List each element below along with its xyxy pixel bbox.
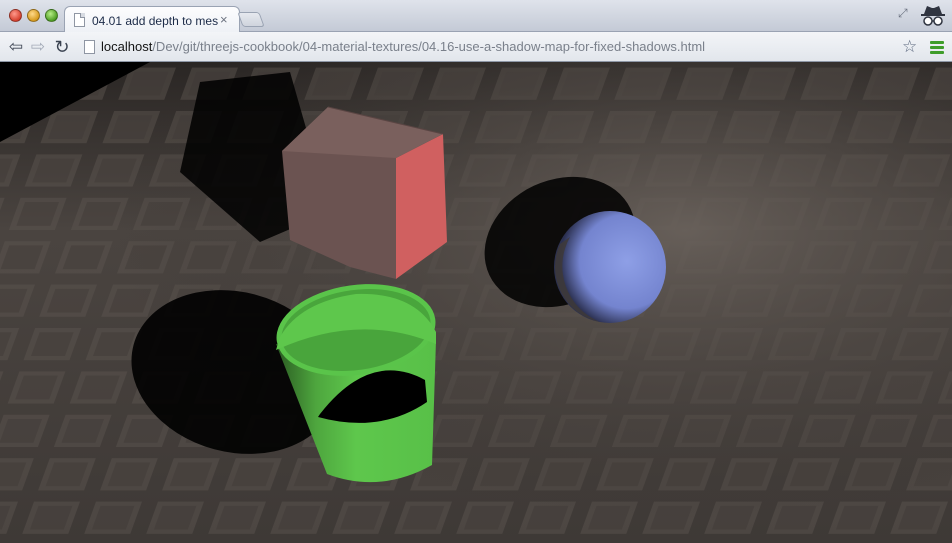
url-host: localhost <box>101 39 153 54</box>
sphere <box>554 211 666 323</box>
tab-title: 04.01 add depth to mesh <box>92 14 218 28</box>
tab-strip: 04.01 add depth to mesh × ⤢ <box>0 0 952 33</box>
page-favicon-icon <box>74 13 85 27</box>
tab-close-icon[interactable]: × <box>220 12 228 27</box>
hamburger-menu-icon[interactable] <box>930 41 944 54</box>
arrow-left-icon: ⇦ <box>8 37 24 56</box>
scene-render <box>0 62 952 543</box>
reload-button[interactable]: ↻ <box>52 37 72 57</box>
zoom-window-button[interactable] <box>45 9 58 22</box>
fullscreen-icon[interactable]: ⤢ <box>898 6 908 21</box>
close-window-button[interactable] <box>9 9 22 22</box>
star-icon[interactable]: ☆ <box>902 37 917 57</box>
incognito-icon <box>921 6 945 26</box>
new-tab-button[interactable] <box>237 12 265 27</box>
tab-active[interactable]: 04.01 add depth to mesh × <box>64 6 240 33</box>
arrow-right-icon: ⇨ <box>30 37 46 56</box>
url-text: localhost/Dev/git/threejs-cookbook/04-ma… <box>101 39 705 54</box>
address-bar[interactable]: localhost/Dev/git/threejs-cookbook/04-ma… <box>79 36 922 58</box>
webgl-canvas[interactable] <box>0 62 952 543</box>
toolbar: ⇦ ⇨ ↻ localhost/Dev/git/threejs-cookbook… <box>0 32 952 62</box>
minimize-window-button[interactable] <box>27 9 40 22</box>
page-icon <box>84 40 95 54</box>
url-path: /Dev/git/threejs-cookbook/04-material-te… <box>152 39 706 54</box>
browser-window: 04.01 add depth to mesh × ⤢ ⇦ ⇨ ↻ localh… <box>0 0 952 543</box>
forward-button[interactable]: ⇨ <box>28 37 48 57</box>
reload-icon: ↻ <box>54 37 70 57</box>
back-button[interactable]: ⇦ <box>6 37 26 57</box>
